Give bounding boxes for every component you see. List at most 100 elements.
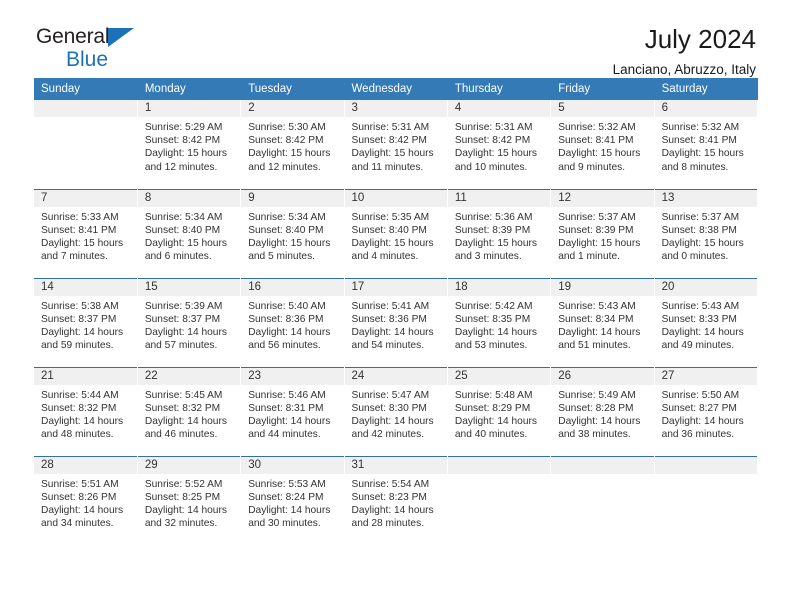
sunset-time: Sunset: 8:36 PM	[351, 313, 427, 325]
calendar-day-cell[interactable]: 2 Sunrise: 5:30 AM Sunset: 8:42 PM Daylight…	[240, 100, 345, 189]
day-number: 29	[137, 456, 241, 474]
day-details: Sunrise: 5:34 AM Sunset: 8:40 PM Daylight:…	[138, 207, 240, 264]
sunrise-time: Sunrise: 5:45 AM	[144, 389, 223, 401]
sunset-time: Sunset: 8:36 PM	[248, 313, 324, 325]
calendar-day-cell[interactable]: 30 Sunrise: 5:53 AM Sunset: 8:24 PM Dayligh…	[240, 455, 345, 545]
daylight-duration-line1: Daylight: 14 hours	[454, 415, 537, 427]
day-number: 26	[551, 367, 654, 385]
sunrise-time: Sunrise: 5:32 AM	[661, 122, 740, 133]
calendar-day-cell[interactable]: 18 Sunrise: 5:42 AM Sunset: 8:35 PM Dayligh…	[447, 277, 552, 367]
daylight-duration-line2: and 56 minutes.	[248, 340, 321, 352]
calendar-week-row: 21 Sunrise: 5:44 AM Sunset: 8:32 PM Dayligh…	[34, 366, 759, 456]
sunset-time: Sunset: 8:27 PM	[661, 402, 737, 414]
calendar-day-cell[interactable]: 11 Sunrise: 5:36 AM Sunset: 8:39 PM Dayligh…	[447, 188, 552, 278]
day-details: Sunrise: 5:48 AM Sunset: 8:29 PM Daylight:…	[448, 385, 550, 442]
sunrise-time: Sunrise: 5:39 AM	[144, 300, 223, 312]
calendar-day-cell[interactable]: 28 Sunrise: 5:51 AM Sunset: 8:26 PM Dayligh…	[34, 455, 138, 545]
sunset-time: Sunset: 8:38 PM	[661, 224, 737, 236]
day-number: 14	[34, 278, 137, 296]
day-number: 21	[34, 367, 137, 385]
day-number: 19	[551, 278, 654, 296]
calendar-day-cell[interactable]: 19 Sunrise: 5:43 AM Sunset: 8:34 PM Dayligh…	[550, 277, 655, 367]
day-details: Sunrise: 5:44 AM Sunset: 8:32 PM Daylight:…	[34, 385, 137, 442]
day-number: 4	[447, 100, 551, 117]
day-number: 13	[654, 189, 757, 207]
day-details: Sunrise: 5:43 AM Sunset: 8:34 PM Daylight:…	[551, 296, 653, 353]
daylight-duration-line1: Daylight: 14 hours	[351, 504, 434, 516]
daylight-duration-line2: and 8 minutes.	[661, 161, 729, 173]
weekday-header-thursday: Thursday	[447, 78, 552, 100]
daylight-duration-line1: Daylight: 14 hours	[248, 504, 331, 516]
sunrise-time: Sunrise: 5:30 AM	[248, 122, 326, 133]
calendar-day-cell[interactable]: 8 Sunrise: 5:34 AM Sunset: 8:40 PM Daylight…	[137, 188, 242, 278]
calendar-day-cell[interactable]: 31 Sunrise: 5:54 AM Sunset: 8:23 PM Dayligh…	[344, 455, 448, 545]
sunrise-time: Sunrise: 5:50 AM	[661, 389, 740, 401]
day-number: 1	[137, 100, 241, 117]
calendar-day-cell[interactable]: 7 Sunrise: 5:33 AM Sunset: 8:41 PM Daylight…	[34, 188, 138, 278]
calendar-cell-empty	[34, 100, 138, 189]
calendar-day-cell[interactable]: 27 Sunrise: 5:50 AM Sunset: 8:27 PM Dayligh…	[654, 366, 759, 456]
daylight-duration-line1: Daylight: 14 hours	[144, 504, 227, 516]
calendar-day-cell[interactable]: 4 Sunrise: 5:31 AM Sunset: 8:42 PM Daylight…	[447, 100, 552, 189]
calendar-day-cell[interactable]: 21 Sunrise: 5:44 AM Sunset: 8:32 PM Dayligh…	[34, 366, 138, 456]
sunset-time: Sunset: 8:23 PM	[351, 491, 427, 503]
calendar-day-cell[interactable]: 12 Sunrise: 5:37 AM Sunset: 8:39 PM Dayligh…	[550, 188, 655, 278]
calendar-day-cell[interactable]: 23 Sunrise: 5:46 AM Sunset: 8:31 PM Dayligh…	[240, 366, 345, 456]
day-details: Sunrise: 5:47 AM Sunset: 8:30 PM Daylight:…	[345, 385, 447, 442]
calendar-day-cell[interactable]: 9 Sunrise: 5:34 AM Sunset: 8:40 PM Daylight…	[240, 188, 345, 278]
sunrise-time: Sunrise: 5:48 AM	[454, 389, 533, 401]
day-details: Sunrise: 5:43 AM Sunset: 8:33 PM Daylight:…	[655, 296, 757, 353]
daylight-duration-line1: Daylight: 15 hours	[454, 148, 537, 160]
page-title: July 2024	[644, 24, 756, 54]
day-number: 6	[654, 100, 757, 117]
sunset-time: Sunset: 8:25 PM	[144, 491, 221, 503]
day-details: Sunrise: 5:38 AM Sunset: 8:37 PM Daylight:…	[34, 296, 137, 353]
title-block: July 2024 Lanciano, Abruzzo, Italy	[34, 24, 758, 80]
calendar-day-cell[interactable]: 6 Sunrise: 5:32 AM Sunset: 8:41 PM Daylight…	[654, 100, 759, 189]
sunset-time: Sunset: 8:41 PM	[558, 135, 634, 147]
calendar-day-cell[interactable]: 29 Sunrise: 5:52 AM Sunset: 8:25 PM Dayligh…	[137, 455, 242, 545]
daylight-duration-line1: Daylight: 15 hours	[351, 237, 434, 249]
daylight-duration-line1: Daylight: 14 hours	[351, 415, 434, 427]
sunrise-time: Sunrise: 5:42 AM	[454, 300, 533, 312]
calendar-day-cell[interactable]: 15 Sunrise: 5:39 AM Sunset: 8:37 PM Dayligh…	[137, 277, 242, 367]
calendar-day-cell[interactable]: 26 Sunrise: 5:49 AM Sunset: 8:28 PM Dayligh…	[550, 366, 655, 456]
calendar-day-cell[interactable]: 22 Sunrise: 5:45 AM Sunset: 8:32 PM Dayligh…	[137, 366, 242, 456]
daylight-duration-line2: and 28 minutes.	[351, 518, 425, 530]
sunset-time: Sunset: 8:37 PM	[144, 313, 221, 325]
calendar-week-row: 1 Sunrise: 5:29 AM Sunset: 8:42 PM Daylight…	[34, 100, 759, 189]
calendar-day-cell[interactable]: 13 Sunrise: 5:37 AM Sunset: 8:38 PM Dayligh…	[654, 188, 759, 278]
day-number: 17	[344, 278, 447, 296]
weekday-header-sunday: Sunday	[34, 78, 138, 100]
sunrise-time: Sunrise: 5:37 AM	[558, 211, 636, 223]
day-details: Sunrise: 5:54 AM Sunset: 8:23 PM Daylight:…	[345, 474, 447, 531]
logo-blue-label: Blue	[66, 48, 109, 71]
daylight-duration-line2: and 1 minute.	[558, 251, 620, 263]
daylight-duration-line2: and 49 minutes.	[661, 340, 735, 352]
sunset-time: Sunset: 8:40 PM	[144, 224, 221, 236]
calendar-day-cell[interactable]: 20 Sunrise: 5:43 AM Sunset: 8:33 PM Dayligh…	[654, 277, 759, 367]
day-details: Sunrise: 5:40 AM Sunset: 8:36 PM Daylight:…	[241, 296, 343, 353]
calendar-day-cell[interactable]: 17 Sunrise: 5:41 AM Sunset: 8:36 PM Dayligh…	[344, 277, 448, 367]
calendar-day-cell[interactable]: 1 Sunrise: 5:29 AM Sunset: 8:42 PM Daylight…	[137, 100, 242, 189]
daylight-duration-line1: Daylight: 14 hours	[41, 415, 124, 427]
daylight-duration-line2: and 0 minutes.	[661, 251, 729, 263]
calendar-day-cell[interactable]: 10 Sunrise: 5:35 AM Sunset: 8:40 PM Dayligh…	[344, 188, 448, 278]
day-number: 24	[344, 367, 447, 385]
sunset-time: Sunset: 8:37 PM	[41, 313, 117, 325]
day-details: Sunrise: 5:36 AM Sunset: 8:39 PM Daylight:…	[448, 207, 550, 264]
day-details: Sunrise: 5:53 AM Sunset: 8:24 PM Daylight:…	[241, 474, 343, 531]
sunrise-time: Sunrise: 5:34 AM	[144, 211, 223, 223]
sunrise-time: Sunrise: 5:37 AM	[661, 211, 740, 223]
calendar-day-cell[interactable]: 3 Sunrise: 5:31 AM Sunset: 8:42 PM Daylight…	[344, 100, 448, 189]
day-details: Sunrise: 5:42 AM Sunset: 8:35 PM Daylight:…	[448, 296, 550, 353]
calendar-day-cell[interactable]: 14 Sunrise: 5:38 AM Sunset: 8:37 PM Dayligh…	[34, 277, 138, 367]
sunset-time: Sunset: 8:41 PM	[661, 135, 737, 147]
calendar-day-cell[interactable]: 16 Sunrise: 5:40 AM Sunset: 8:36 PM Dayligh…	[240, 277, 345, 367]
calendar-day-cell[interactable]: 24 Sunrise: 5:47 AM Sunset: 8:30 PM Dayligh…	[344, 366, 448, 456]
weekday-header-monday: Monday	[137, 78, 242, 100]
calendar-day-cell[interactable]: 5 Sunrise: 5:32 AM Sunset: 8:41 PM Daylight…	[550, 100, 655, 189]
sunrise-time: Sunrise: 5:35 AM	[351, 211, 430, 223]
calendar-day-cell[interactable]: 25 Sunrise: 5:48 AM Sunset: 8:29 PM Dayligh…	[447, 366, 552, 456]
daylight-duration-line1: Daylight: 15 hours	[248, 237, 331, 249]
